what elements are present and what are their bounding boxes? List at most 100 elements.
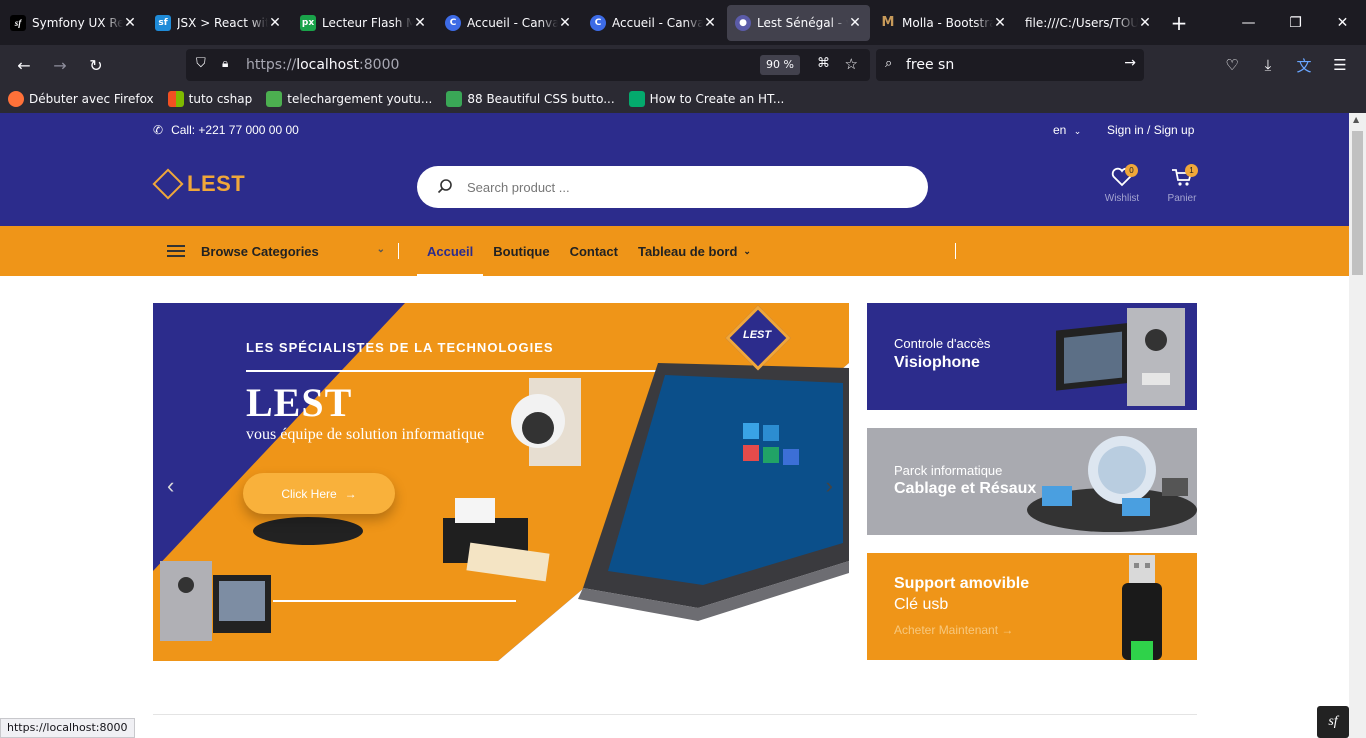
tab-title: Accueil - Canva bbox=[612, 15, 703, 30]
url-bar[interactable]: ⛉ 🔒︎ https://localhost:8000 90 % ⌘ ☆ bbox=[186, 49, 870, 81]
close-icon[interactable]: ✕ bbox=[703, 15, 717, 31]
banner-cablage[interactable]: Parck informatique Cablage et Résaux bbox=[867, 428, 1197, 535]
slider-next-icon[interactable]: › bbox=[826, 473, 833, 499]
hero-tagline: LES SPÉCIALISTES DE LA TECHNOLOGIES bbox=[246, 340, 554, 355]
wishlist-count: 0 bbox=[1125, 164, 1138, 177]
search-icon: ⌕ bbox=[885, 56, 893, 71]
wishlist-button[interactable]: 0 Wishlist bbox=[1100, 164, 1144, 204]
w3schools-icon bbox=[628, 91, 645, 107]
banner-subtitle: Controle d'accès bbox=[894, 336, 991, 351]
bookmark[interactable]: 88 Beautiful CSS butto... bbox=[446, 91, 615, 107]
bookmark[interactable]: Débuter avec Firefox bbox=[8, 91, 154, 107]
category-bar: Browse Categories ⌄ Accueil Boutique Con… bbox=[0, 226, 1349, 276]
minimize-icon[interactable]: — bbox=[1225, 0, 1272, 45]
tab[interactable]: C Accueil - Canva ✕ bbox=[437, 5, 580, 41]
banner-visiophone[interactable]: Controle d'accès Visiophone bbox=[867, 303, 1197, 410]
language-select[interactable]: en ⌄ bbox=[1053, 123, 1081, 137]
bookmark[interactable]: telechargement youtu... bbox=[266, 91, 432, 107]
close-window-icon[interactable]: ✕ bbox=[1319, 0, 1366, 45]
bookmark[interactable]: How to Create an HT... bbox=[628, 91, 784, 107]
reload-icon[interactable]: ↻ bbox=[78, 49, 114, 81]
download-arrow-icon bbox=[266, 91, 283, 107]
hero-subtitle: vous équipe de solution informatique bbox=[246, 426, 485, 443]
close-icon[interactable]: ✕ bbox=[123, 15, 137, 31]
banner-usb[interactable]: Support amovible Clé usb Acheter Mainten… bbox=[867, 553, 1197, 660]
menu-item-boutique[interactable]: Boutique bbox=[483, 226, 559, 276]
px-icon: px bbox=[300, 14, 316, 31]
download-icon[interactable]: ⤓ bbox=[1250, 49, 1286, 81]
translate-icon[interactable]: ⌘ bbox=[817, 56, 830, 71]
zoom-indicator[interactable]: 90 % bbox=[760, 55, 800, 75]
url-text: https://localhost:8000 bbox=[246, 57, 400, 73]
search-placeholder: Search product ... bbox=[467, 179, 570, 195]
symfony-toolbar-icon[interactable]: sf bbox=[1317, 706, 1349, 738]
call-info[interactable]: ✆ Call: +221 77 000 00 00 bbox=[153, 123, 299, 137]
close-icon[interactable]: ✕ bbox=[1138, 15, 1152, 31]
tab[interactable]: M Molla - Bootstrap ✕ bbox=[872, 5, 1015, 41]
scrollbar-thumb[interactable] bbox=[1352, 131, 1363, 275]
restore-icon[interactable]: ❐ bbox=[1272, 0, 1319, 45]
divider bbox=[398, 243, 399, 259]
menu-item-tableau-de-bord[interactable]: Tableau de bord ⌄ bbox=[628, 226, 761, 276]
nav-bar: ← → ↻ ⛉ 🔒︎ https://localhost:8000 90 % ⌘… bbox=[0, 45, 1366, 85]
page: ✆ Call: +221 77 000 00 00 en ⌄ Sign in /… bbox=[0, 113, 1349, 738]
canva-icon: C bbox=[590, 14, 606, 31]
translate-extension-icon[interactable]: 文 bbox=[1286, 49, 1322, 81]
buy-now-link[interactable]: Acheter Maintenant → bbox=[894, 623, 1013, 637]
close-icon[interactable]: ✕ bbox=[558, 15, 572, 31]
tab[interactable]: file:///C:/Users/TOUR ✕ bbox=[1017, 5, 1160, 41]
tab[interactable]: C Accueil - Canva ✕ bbox=[582, 5, 725, 41]
tab-active[interactable]: ● Lest Sénégal - vente ✕ bbox=[727, 4, 870, 41]
logo-mark bbox=[152, 168, 184, 200]
go-arrow-icon[interactable]: → bbox=[1124, 55, 1136, 71]
tab-title: Lecteur Flash Media bbox=[322, 15, 413, 30]
symfony-icon: sf bbox=[10, 14, 26, 31]
tab[interactable]: sf JSX > React with Symfony ✕ bbox=[147, 5, 290, 41]
site-header: LEST Search product ... 0 Wishlist 1 Pan… bbox=[0, 145, 1349, 226]
firefox-icon bbox=[8, 91, 24, 107]
canva-icon: C bbox=[445, 14, 461, 31]
chevron-down-icon: ⌄ bbox=[743, 245, 751, 256]
search-bar[interactable]: ⌕ free sn → bbox=[876, 49, 1144, 81]
hero-banner[interactable]: LEST LES SPÉCIALISTES DE LA TECHNOLOGIES… bbox=[153, 303, 849, 661]
menu-item-contact[interactable]: Contact bbox=[560, 226, 628, 276]
usb-drive-image bbox=[1122, 555, 1162, 660]
phone-icon: ✆ bbox=[153, 123, 164, 137]
tab-title: Molla - Bootstrap bbox=[902, 15, 993, 30]
cart-button[interactable]: 1 Panier bbox=[1160, 164, 1204, 204]
back-icon[interactable]: ← bbox=[6, 49, 42, 81]
section-divider bbox=[153, 714, 1197, 715]
sign-in-link[interactable]: Sign in / Sign up bbox=[1107, 123, 1194, 137]
tab-title: Lest Sénégal - vente bbox=[757, 15, 848, 30]
close-icon[interactable]: ✕ bbox=[268, 15, 282, 31]
tab-title: Symfony UX React bbox=[32, 15, 123, 30]
menu-icon[interactable]: ☰ bbox=[1322, 49, 1358, 81]
browse-categories-button[interactable]: Browse Categories ⌄ bbox=[167, 226, 397, 276]
divider bbox=[955, 243, 956, 259]
menu-item-accueil[interactable]: Accueil bbox=[417, 226, 484, 276]
scrollbar[interactable]: ▲ bbox=[1349, 113, 1366, 738]
chevron-down-icon: ⌄ bbox=[1073, 126, 1082, 136]
shield-icon[interactable]: ⛉ bbox=[196, 56, 206, 71]
logo[interactable]: LEST bbox=[152, 168, 245, 200]
banner-title: Visiophone bbox=[894, 354, 980, 371]
hero-title: LEST bbox=[246, 380, 353, 425]
close-icon[interactable]: ✕ bbox=[413, 15, 427, 31]
main-menu: Accueil Boutique Contact Tableau de bord… bbox=[417, 226, 761, 276]
pocket-icon[interactable]: ♡ bbox=[1214, 49, 1250, 81]
star-icon[interactable]: ☆ bbox=[845, 55, 858, 73]
tab[interactable]: sf Symfony UX React ✕ bbox=[2, 5, 145, 41]
bookmark[interactable]: tuto cshap bbox=[167, 91, 252, 107]
tab-title: Accueil - Canva bbox=[467, 15, 558, 30]
new-tab-button[interactable]: + bbox=[1164, 11, 1194, 35]
scroll-up-icon[interactable]: ▲ bbox=[1353, 115, 1359, 124]
click-here-button[interactable]: Click Here → bbox=[243, 473, 395, 514]
close-icon[interactable]: ✕ bbox=[993, 15, 1007, 31]
product-search-input[interactable]: Search product ... bbox=[417, 166, 928, 208]
tab[interactable]: px Lecteur Flash Media ✕ bbox=[292, 5, 435, 41]
slider-prev-icon[interactable]: ‹ bbox=[167, 473, 174, 499]
lock-icon[interactable]: 🔒︎ bbox=[222, 56, 228, 71]
close-icon[interactable]: ✕ bbox=[848, 15, 862, 31]
forward-icon[interactable]: → bbox=[42, 49, 78, 81]
tab-bar: sf Symfony UX React ✕ sf JSX > React wit… bbox=[0, 0, 1366, 45]
